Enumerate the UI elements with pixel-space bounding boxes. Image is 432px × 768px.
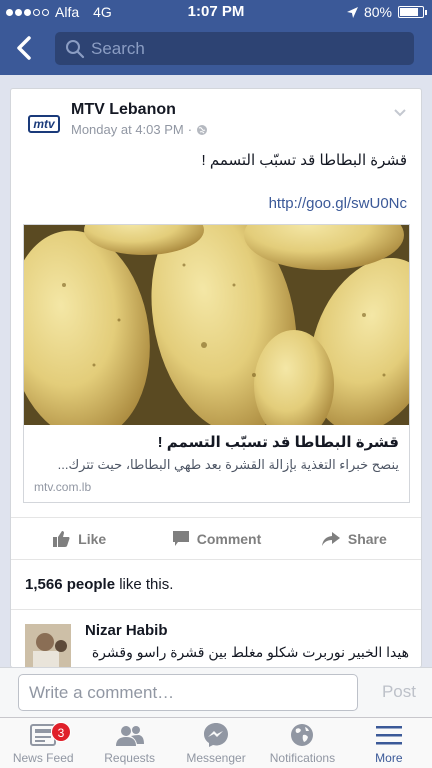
likes-suffix: like this.: [115, 576, 174, 593]
battery-percent: 80%: [363, 4, 392, 20]
post-comment-button[interactable]: Post: [382, 682, 416, 702]
tab-requests-label: Requests: [104, 751, 155, 765]
comment-button[interactable]: Comment: [148, 518, 285, 559]
preview-image: [24, 225, 409, 425]
like-button[interactable]: Like: [11, 518, 148, 559]
post-timestamp[interactable]: Monday at 4:03 PM: [71, 122, 184, 137]
search-input[interactable]: [91, 32, 401, 65]
post-card: mtv MTV Lebanon Monday at 4:03 PM · قشرة…: [10, 88, 422, 668]
share-button[interactable]: Share: [286, 518, 421, 559]
status-bar: Alfa 4G 1:07 PM 80%: [0, 0, 432, 22]
thumbs-up-icon: [53, 530, 70, 547]
post-meta: Monday at 4:03 PM ·: [71, 122, 208, 137]
notification-badge: 3: [51, 722, 71, 742]
post-link[interactable]: http://goo.gl/swU0Nc: [269, 195, 407, 212]
comment-input[interactable]: [18, 674, 358, 711]
preview-description: ينصح خبراء التغذية بإزالة القشرة بعد طهي…: [57, 457, 399, 472]
like-label: Like: [78, 530, 107, 547]
menu-icon: [375, 726, 402, 745]
link-preview[interactable]: قشرة البطاطا قد تسبّب التسمم ! ينصح خبرا…: [23, 224, 410, 503]
post-options-button[interactable]: [393, 105, 407, 123]
chevron-down-icon: [394, 109, 406, 117]
comment-label: Comment: [196, 530, 262, 547]
mtv-logo: mtv: [28, 115, 60, 133]
tab-messenger-label: Messenger: [186, 751, 246, 765]
tab-more-label: More: [375, 751, 403, 765]
share-label: Share: [347, 530, 387, 547]
page-avatar[interactable]: mtv: [25, 105, 63, 143]
share-icon: [321, 531, 340, 546]
globe-icon: [291, 724, 314, 746]
comment-icon: [172, 531, 189, 546]
preview-domain: mtv.com.lb: [34, 480, 92, 494]
likes-count: 1,566 people: [25, 576, 116, 593]
search-bar[interactable]: [55, 32, 414, 65]
comment-item: Nizar Habib هيدا الخبير نوربرت شكلو مغلط…: [11, 609, 421, 667]
battery-icon: [398, 6, 427, 18]
battery-fill: [400, 8, 418, 16]
commenter-name[interactable]: Nizar Habib: [85, 622, 168, 639]
post-actions: Like Comment Share: [11, 517, 421, 559]
tab-messenger[interactable]: Messenger: [173, 718, 259, 768]
likes-summary[interactable]: 1,566 people like this.: [11, 559, 421, 609]
tab-requests[interactable]: Requests: [86, 718, 172, 768]
globe-privacy-icon: [197, 124, 208, 135]
post-author[interactable]: MTV Lebanon: [71, 101, 176, 119]
post-text: قشرة البطاطا قد تسبّب التسمم !: [201, 152, 408, 169]
location-arrow-icon: [346, 6, 358, 18]
tab-news-feed-label: News Feed: [12, 751, 74, 765]
tab-notifications[interactable]: Notifications: [259, 718, 345, 768]
comment-text: هيدا الخبير نوربرت شكلو مغلط بين قشرة را…: [91, 644, 409, 660]
friends-icon: [115, 726, 144, 746]
commenter-avatar[interactable]: [25, 624, 71, 667]
preview-title: قشرة البطاطا قد تسبّب التسمم !: [157, 434, 399, 451]
back-button[interactable]: [10, 33, 40, 63]
comment-composer: Post: [0, 667, 432, 717]
top-bar: Alfa 4G 1:07 PM 80%: [0, 0, 432, 75]
messenger-icon: [204, 723, 229, 747]
search-icon: [66, 40, 85, 59]
tab-bar: News Feed 3 Requests Messenger Notificat…: [0, 717, 432, 768]
tab-more[interactable]: More: [346, 718, 432, 768]
tab-notifications-label: Notifications: [269, 751, 336, 765]
back-arrow-icon: [17, 36, 31, 60]
meta-separator: ·: [187, 122, 193, 137]
tab-news-feed[interactable]: News Feed 3: [0, 718, 86, 768]
